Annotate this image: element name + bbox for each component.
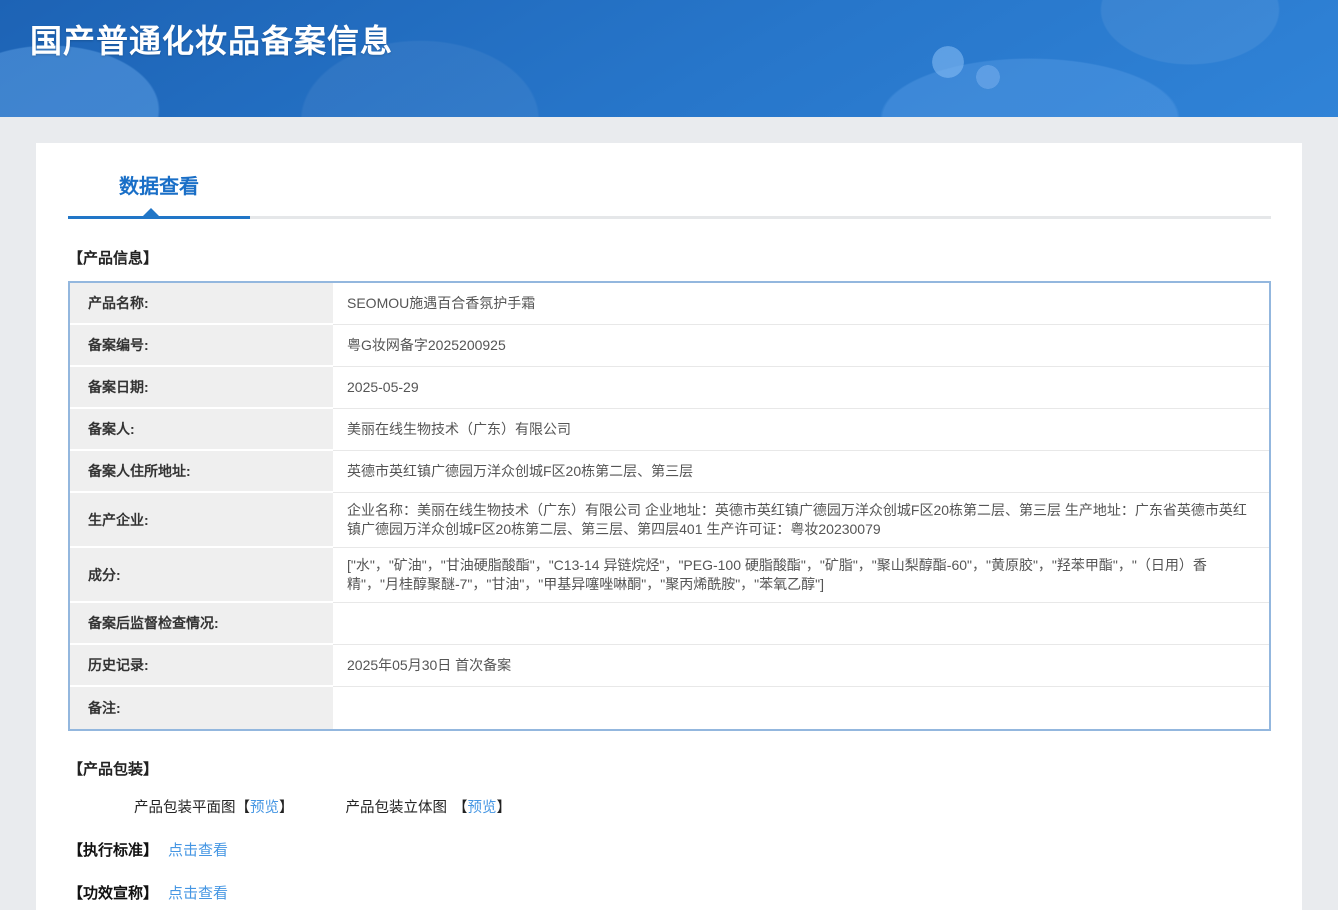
row-value: 企业名称：美丽在线生物技术（广东）有限公司 企业地址：英德市英红镇广德园万洋众创… (333, 493, 1269, 548)
bracket-close: 】 (279, 800, 294, 816)
page-title: 国产普通化妆品备案信息 (30, 23, 394, 59)
row-label: 成分: (70, 548, 333, 603)
bracket-close: 】 (496, 800, 512, 816)
row-label: 备案人: (70, 409, 333, 451)
tab-underline (68, 208, 1271, 219)
row-label: 备案日期: (70, 367, 333, 409)
packaging-flat-label: 产品包装平面图 (134, 800, 236, 816)
table-row: 备案编号: 粤G妆网备字2025200925 (70, 325, 1269, 367)
row-value: 2025年05月30日 首次备案 (333, 645, 1269, 687)
row-value: 2025-05-29 (333, 367, 1269, 409)
row-value: 粤G妆网备字2025200925 (333, 325, 1269, 367)
packaging-3d-preview-link[interactable]: 预览 (468, 800, 497, 816)
packaging-3d-label: 产品包装立体图 (345, 800, 448, 816)
table-row: 生产企业: 企业名称：美丽在线生物技术（广东）有限公司 企业地址：英德市英红镇广德… (70, 493, 1269, 548)
row-label: 历史记录: (70, 645, 333, 687)
row-label: 生产企业: (70, 493, 333, 548)
tab-data-view[interactable]: 数据查看 (68, 170, 250, 216)
row-value: SEOMOU施遇百合香氛护手霜 (333, 283, 1269, 325)
product-info-section-title: 【产品信息】 (68, 250, 159, 267)
standards-view-link[interactable]: 点击查看 (168, 842, 228, 859)
row-value (333, 603, 1269, 645)
row-label: 备案后监督检查情况: (70, 603, 333, 645)
row-label: 备案人住所地址: (70, 451, 333, 493)
table-row: 产品名称: SEOMOU施遇百合香氛护手霜 (70, 283, 1269, 325)
tab-bar: 数据查看 (68, 170, 1271, 219)
table-row: 备注: (70, 687, 1269, 729)
row-label: 备注: (70, 687, 333, 729)
packaging-flat-preview-link[interactable]: 预览 (250, 800, 279, 816)
packaging-item-3d: 产品包装立体图 【预览】 (346, 800, 512, 816)
row-label: 备案编号: (70, 325, 333, 367)
bracket-open: 【 (235, 800, 251, 816)
packaging-section-title: 【产品包装】 (68, 761, 159, 778)
packaging-item-flat: 产品包装平面图【预览】 (134, 800, 294, 816)
bracket-open: 【 (453, 800, 468, 816)
content-card: 数据查看 【产品信息】 产品名称: SEOMOU施遇百合香氛护手霜 备案编号: 粤G妆… (36, 143, 1302, 910)
row-label: 产品名称: (70, 283, 333, 325)
table-row: 备案人: 美丽在线生物技术（广东）有限公司 (70, 409, 1269, 451)
tab-active-indicator (143, 208, 159, 216)
efficacy-line: 【功效宣称】 点击查看 (68, 882, 1271, 903)
packaging-line: 产品包装平面图【预览】 产品包装立体图 【预览】 (134, 796, 1271, 817)
standards-line: 【执行标准】 点击查看 (68, 839, 1271, 860)
efficacy-view-link[interactable]: 点击查看 (168, 885, 228, 902)
product-info-table: 产品名称: SEOMOU施遇百合香氛护手霜 备案编号: 粤G妆网备字202520092… (68, 281, 1271, 731)
standards-label: 【执行标准】 (68, 842, 159, 859)
page-banner: 国产普通化妆品备案信息 (0, 0, 1338, 117)
table-row: 备案人住所地址: 英德市英红镇广德园万洋众创城F区20栋第二层、第三层 (70, 451, 1269, 493)
table-row: 备案后监督检查情况: (70, 603, 1269, 645)
table-row: 备案日期: 2025-05-29 (70, 367, 1269, 409)
efficacy-label: 【功效宣称】 (68, 885, 159, 902)
table-row: 成分: ["水"，"矿油"，"甘油硬脂酸酯"，"C13-14 异链烷烃"，"PEG… (70, 548, 1269, 603)
tab-active-underline (68, 216, 250, 219)
row-value: ["水"，"矿油"，"甘油硬脂酸酯"，"C13-14 异链烷烃"，"PEG-10… (333, 548, 1269, 603)
table-row: 历史记录: 2025年05月30日 首次备案 (70, 645, 1269, 687)
row-value: 美丽在线生物技术（广东）有限公司 (333, 409, 1269, 451)
row-value: 英德市英红镇广德园万洋众创城F区20栋第二层、第三层 (333, 451, 1269, 493)
row-value (333, 687, 1269, 729)
